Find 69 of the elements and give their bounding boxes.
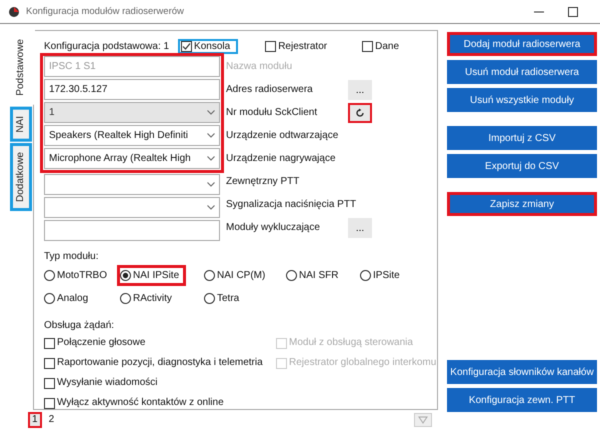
action-button[interactable]: Usuń moduł radioserwera	[447, 60, 597, 84]
browse-button[interactable]: ...	[348, 80, 372, 100]
section-heading: Konfiguracja podstawowa: 1	[44, 40, 170, 52]
checkbox-icon[interactable]	[44, 378, 55, 388]
checkbox-icon[interactable]	[44, 358, 55, 368]
checkbox-icon[interactable]	[44, 398, 55, 408]
side-tab[interactable]: Dodatkowe	[10, 143, 32, 212]
radio-button[interactable]: Analog	[41, 288, 96, 309]
action-button[interactable]: Importuj z CSV	[447, 126, 597, 150]
side-tab[interactable]: NAI	[10, 106, 32, 142]
checkbox[interactable]: Połączenie głosowe	[44, 336, 276, 350]
field-label: Urządzenie odtwarzające	[226, 129, 340, 143]
chevron-icon[interactable]	[207, 205, 215, 210]
radio-icon[interactable]	[44, 270, 55, 281]
radio-button[interactable]: NAI CP(M)	[201, 265, 272, 286]
dropdown-field[interactable]	[44, 197, 220, 218]
input-field[interactable]: 172.30.5.127	[44, 79, 220, 100]
action-button[interactable]: Konfiguracja zewn. PTT	[447, 388, 597, 412]
window-title: Konfiguracja modułów radioserwerów	[26, 6, 184, 17]
dropdown-field[interactable]	[44, 174, 220, 195]
radio-icon[interactable]	[44, 293, 55, 304]
radio-icon[interactable]	[120, 270, 131, 281]
radio-button[interactable]: NAI SFR	[283, 265, 346, 286]
checkbox-icon[interactable]	[181, 40, 192, 52]
role-checkbox[interactable]: Rejestrator	[262, 38, 336, 54]
role-checkbox[interactable]: Dane	[359, 38, 407, 54]
checkbox-icon[interactable]	[44, 338, 55, 348]
dropdown-field[interactable]: Microphone Array (Realtek High	[44, 148, 220, 169]
checkbox-icon[interactable]	[265, 40, 276, 52]
checkbox-icon[interactable]	[362, 40, 374, 52]
role-checkbox[interactable]: Konsola	[178, 38, 238, 54]
group-label: Obsługa żądań:	[44, 319, 116, 332]
chevron-icon[interactable]	[207, 133, 215, 138]
checkbox[interactable]: Wysyłanie wiadomości	[44, 376, 276, 390]
minimize-icon[interactable]	[534, 10, 544, 12]
chevron-icon[interactable]	[207, 156, 215, 161]
field-label: Nr modułu SckClient	[226, 106, 318, 120]
field-label: Urządzenie nagrywające	[226, 152, 337, 166]
browse-button[interactable]: ...	[348, 218, 372, 238]
page-tab[interactable]: 2	[44, 412, 58, 428]
radio-button[interactable]: Tetra	[201, 288, 246, 309]
radio-icon[interactable]	[360, 270, 371, 281]
action-button[interactable]: Konfiguracja słowników kanałów	[447, 360, 597, 384]
radio-icon[interactable]	[120, 293, 131, 304]
radio-button[interactable]: MotoTRBO	[41, 265, 114, 286]
action-button[interactable]: Usuń wszystkie moduły	[447, 88, 597, 112]
chevron-icon[interactable]	[207, 182, 215, 187]
field-label: Zewnętrzny PTT	[226, 175, 300, 189]
checkbox[interactable]: Wyłącz aktywność kontaktów z online	[44, 396, 276, 410]
action-button[interactable]: Exportuj do CSV	[447, 154, 597, 178]
action-button[interactable]: Dodaj moduł radioserwera	[447, 32, 597, 56]
dropdown-field[interactable]: Speakers (Realtek High Definiti	[44, 125, 220, 146]
group-label: Typ modułu:	[44, 250, 100, 263]
field-label: Adres radioserwera	[226, 83, 314, 97]
radio-icon[interactable]	[204, 293, 215, 304]
action-button[interactable]: Zapisz zmiany	[447, 192, 597, 216]
page-tab[interactable]: 1	[28, 412, 42, 428]
app-icon	[8, 6, 20, 18]
radio-button[interactable]: IPSite	[357, 265, 407, 286]
radio-icon[interactable]	[286, 270, 297, 281]
maximize-icon[interactable]	[568, 6, 578, 16]
field-label: Moduły wykluczające	[226, 221, 321, 235]
radio-button[interactable]: NAI IPSite	[117, 265, 186, 286]
radio-icon[interactable]	[204, 270, 215, 281]
checkbox[interactable]: Raportowanie pozycji, diagnostyka i telemetria	[44, 356, 276, 370]
field-label: Sygnalizacja naciśnięcia PTT	[226, 198, 356, 212]
input-field[interactable]	[44, 220, 220, 241]
radio-button[interactable]: RActivity	[117, 288, 179, 309]
field-label: Nazwa modułu	[226, 60, 294, 74]
